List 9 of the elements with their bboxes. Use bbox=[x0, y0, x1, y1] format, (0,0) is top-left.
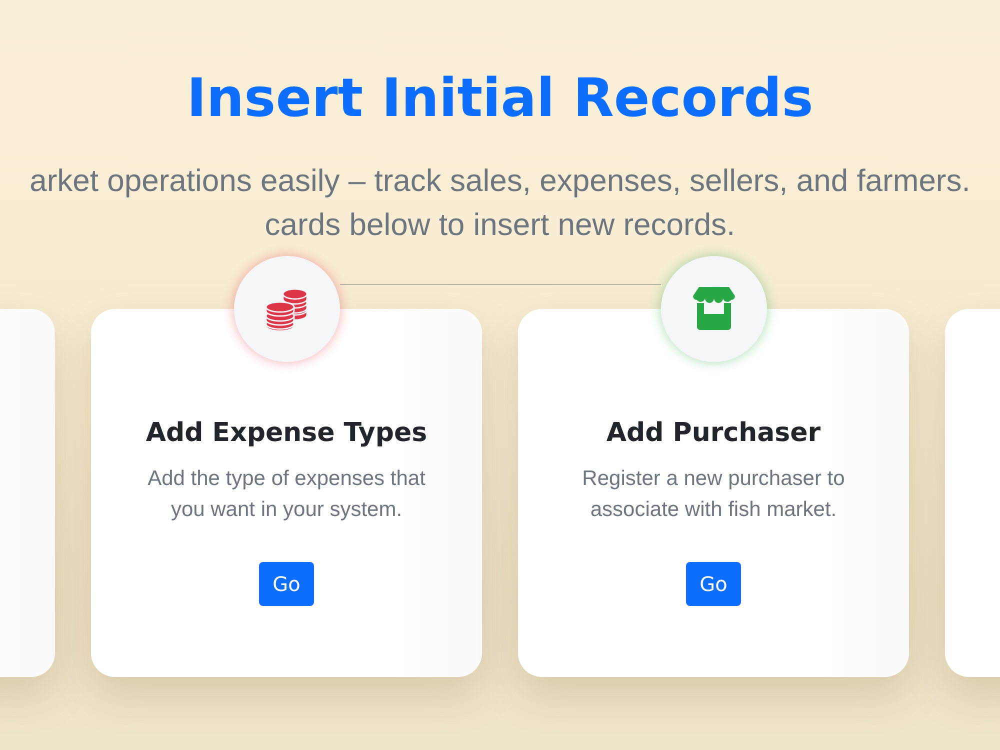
card-description: Add the type of expenses that you want in your system. bbox=[146, 466, 426, 523]
page-title: Insert Initial Records bbox=[186, 67, 814, 131]
card-description: Register a new purchaser to associate with fish market. bbox=[581, 466, 846, 523]
subtitle-text: cards below to insert new records. bbox=[264, 206, 736, 244]
subtitle-text: arket operations easily – track sales, expenses, sellers, and farmers. bbox=[30, 162, 970, 200]
card-title: Add Expense Types bbox=[146, 417, 428, 450]
go-button[interactable]: Go bbox=[686, 562, 742, 606]
go-button[interactable]: Go bbox=[258, 562, 314, 606]
card-title: Add Purchaser bbox=[606, 417, 821, 450]
